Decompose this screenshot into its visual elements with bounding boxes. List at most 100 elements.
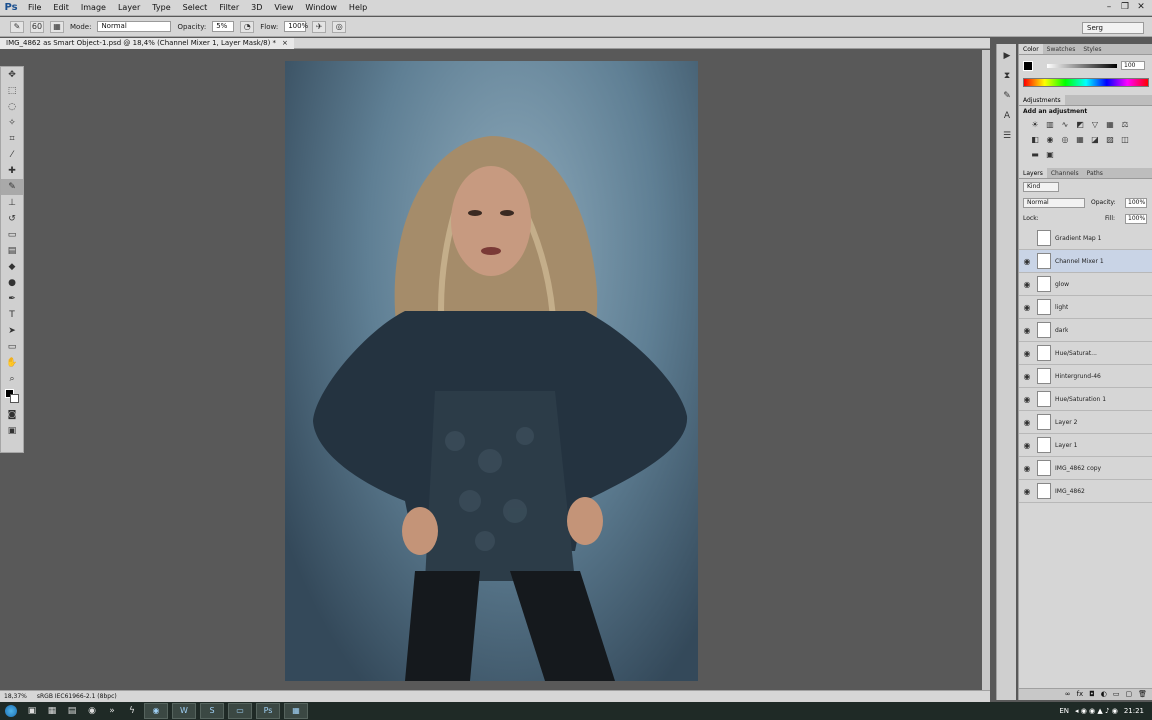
background-color-swatch[interactable] bbox=[10, 394, 19, 403]
layer-name[interactable]: light bbox=[1055, 304, 1068, 311]
gradient-tool-icon[interactable]: ▤ bbox=[1, 243, 23, 259]
layer-row[interactable]: ◉ IMG_4862 bbox=[1019, 480, 1152, 503]
layer-row[interactable]: ◉ dark bbox=[1019, 319, 1152, 342]
tab-swatches[interactable]: Swatches bbox=[1043, 44, 1080, 54]
layer-thumbnail[interactable] bbox=[1037, 276, 1051, 292]
pressure-size-icon[interactable]: ◎ bbox=[332, 20, 347, 33]
document-tab[interactable]: IMG_4862 as Smart Object-1.psd @ 18,4% (… bbox=[0, 38, 294, 49]
new-layer-icon[interactable]: ▢ bbox=[1125, 689, 1132, 700]
color-lookup-icon[interactable]: ▦ bbox=[1074, 134, 1086, 146]
character-icon[interactable]: A bbox=[998, 108, 1016, 124]
path-select-tool-icon[interactable]: ➤ bbox=[1, 323, 23, 339]
fg-color-chip[interactable] bbox=[1023, 61, 1033, 71]
layer-filter-kind[interactable]: Kind bbox=[1023, 182, 1059, 192]
tab-paths[interactable]: Paths bbox=[1083, 168, 1107, 178]
taskbar-bridge-icon[interactable]: ▦ bbox=[284, 703, 308, 719]
layer-name[interactable]: Layer 1 bbox=[1055, 442, 1077, 449]
new-group-icon[interactable]: ▭ bbox=[1113, 689, 1120, 700]
menu-type[interactable]: Type bbox=[146, 0, 176, 16]
menu-edit[interactable]: Edit bbox=[47, 0, 75, 16]
layer-row[interactable]: ◉ IMG_4862 copy bbox=[1019, 457, 1152, 480]
brightness-icon[interactable]: ☀ bbox=[1029, 119, 1041, 131]
visibility-eye-icon[interactable]: ◉ bbox=[1019, 464, 1035, 473]
layer-thumbnail[interactable] bbox=[1037, 299, 1051, 315]
canvas-area[interactable] bbox=[24, 50, 990, 690]
layer-name[interactable]: dark bbox=[1055, 327, 1068, 334]
play-icon[interactable]: ▶ bbox=[998, 48, 1016, 64]
crop-tool-icon[interactable]: ⌗ bbox=[1, 131, 23, 147]
winamp-icon[interactable]: ϟ bbox=[124, 704, 140, 718]
layer-thumbnail[interactable] bbox=[1037, 391, 1051, 407]
posterize-icon[interactable]: ▨ bbox=[1104, 134, 1116, 146]
history-icon[interactable]: ⧗ bbox=[998, 68, 1016, 84]
visibility-eye-icon[interactable]: ◉ bbox=[1019, 280, 1035, 289]
visibility-eye-icon[interactable]: ◉ bbox=[1019, 257, 1035, 266]
photoshop-pin-icon[interactable]: ▦ bbox=[44, 704, 60, 718]
layer-name[interactable]: Hintergrund-46 bbox=[1055, 373, 1101, 380]
taskbar-explorer-icon[interactable]: ▭ bbox=[228, 703, 252, 719]
menu-window[interactable]: Window bbox=[299, 0, 343, 16]
document-image[interactable] bbox=[285, 61, 698, 681]
brush-presets-icon[interactable]: ✎ bbox=[998, 88, 1016, 104]
brush-size-picker[interactable]: 60 bbox=[30, 20, 44, 33]
quick-select-tool-icon[interactable]: ✧ bbox=[1, 115, 23, 131]
doc-profile[interactable]: sRGB IEC61966-2.1 (8bpc) bbox=[37, 693, 117, 700]
fx-icon[interactable]: fx bbox=[1077, 689, 1084, 700]
start-button[interactable] bbox=[0, 702, 22, 720]
visibility-eye-icon[interactable]: ◉ bbox=[1019, 395, 1035, 404]
screen-mode-icon[interactable]: ▣ bbox=[1, 423, 23, 439]
layer-thumbnail[interactable] bbox=[1037, 253, 1051, 269]
layer-fill-field[interactable]: 100% bbox=[1125, 214, 1147, 224]
link-layers-icon[interactable]: ∞ bbox=[1065, 689, 1071, 700]
minimize-icon[interactable]: – bbox=[1102, 1, 1116, 13]
close-icon[interactable]: ✕ bbox=[1134, 1, 1148, 13]
tray-icons[interactable]: ◂ ◉ ◉ ▲ ♪ ◉ bbox=[1075, 707, 1118, 715]
layer-name[interactable]: IMG_4862 copy bbox=[1055, 465, 1101, 472]
layer-thumbnail[interactable] bbox=[1037, 230, 1051, 246]
properties-icon[interactable]: ☰ bbox=[998, 128, 1016, 144]
blend-mode-select[interactable]: Normal bbox=[1023, 198, 1085, 208]
restore-icon[interactable]: ❐ bbox=[1118, 1, 1132, 13]
history-brush-tool-icon[interactable]: ↺ bbox=[1, 211, 23, 227]
k-slider[interactable] bbox=[1047, 64, 1117, 68]
layer-thumbnail[interactable] bbox=[1037, 368, 1051, 384]
layer-thumbnail[interactable] bbox=[1037, 460, 1051, 476]
channel-mixer-icon[interactable]: ◎ bbox=[1059, 134, 1071, 146]
desktop-icon[interactable]: ▣ bbox=[24, 704, 40, 718]
threshold-icon[interactable]: ◫ bbox=[1119, 134, 1131, 146]
photo-filter-icon[interactable]: ◉ bbox=[1044, 134, 1056, 146]
vibrance-icon[interactable]: ▽ bbox=[1089, 119, 1101, 131]
visibility-eye-icon[interactable]: ◉ bbox=[1019, 303, 1035, 312]
visibility-eye-icon[interactable]: ◉ bbox=[1019, 418, 1035, 427]
taskbar-photoshop-icon[interactable]: Ps bbox=[256, 703, 280, 719]
menu-select[interactable]: Select bbox=[177, 0, 214, 16]
layer-name[interactable]: Channel Mixer 1 bbox=[1055, 258, 1104, 265]
dodge-tool-icon[interactable]: ● bbox=[1, 275, 23, 291]
layer-row[interactable]: ◉ Hue/Saturat... bbox=[1019, 342, 1152, 365]
menu-view[interactable]: View bbox=[268, 0, 299, 16]
layer-name[interactable]: IMG_4862 bbox=[1055, 488, 1085, 495]
shape-tool-icon[interactable]: ▭ bbox=[1, 339, 23, 355]
tab-channels[interactable]: Channels bbox=[1047, 168, 1083, 178]
layer-row[interactable]: ◉ Channel Mixer 1 bbox=[1019, 250, 1152, 273]
pressure-opacity-icon[interactable]: ◔ bbox=[240, 20, 255, 33]
levels-icon[interactable]: ▥ bbox=[1044, 119, 1056, 131]
healing-brush-tool-icon[interactable]: ✚ bbox=[1, 163, 23, 179]
tab-color[interactable]: Color bbox=[1019, 44, 1043, 54]
menu-3d[interactable]: 3D bbox=[245, 0, 268, 16]
opacity-field[interactable]: 5% bbox=[212, 21, 235, 32]
black-white-icon[interactable]: ◧ bbox=[1029, 134, 1041, 146]
zoom-tool-icon[interactable]: ⌕ bbox=[1, 371, 23, 387]
layer-name[interactable]: glow bbox=[1055, 281, 1069, 288]
layer-row[interactable]: ◉ Hue/Saturation 1 bbox=[1019, 388, 1152, 411]
marquee-tool-icon[interactable]: ⬚ bbox=[1, 83, 23, 99]
tab-styles[interactable]: Styles bbox=[1079, 44, 1105, 54]
close-tab-icon[interactable]: × bbox=[282, 38, 288, 49]
taskbar-skype-icon[interactable]: S bbox=[200, 703, 224, 719]
visibility-eye-icon[interactable]: ◉ bbox=[1019, 441, 1035, 450]
mode-select[interactable]: Normal bbox=[97, 21, 172, 32]
more-icon[interactable]: » bbox=[104, 704, 120, 718]
exposure-icon[interactable]: ◩ bbox=[1074, 119, 1086, 131]
vertical-scrollbar[interactable] bbox=[982, 50, 990, 690]
airbrush-icon[interactable]: ✈ bbox=[312, 20, 327, 33]
